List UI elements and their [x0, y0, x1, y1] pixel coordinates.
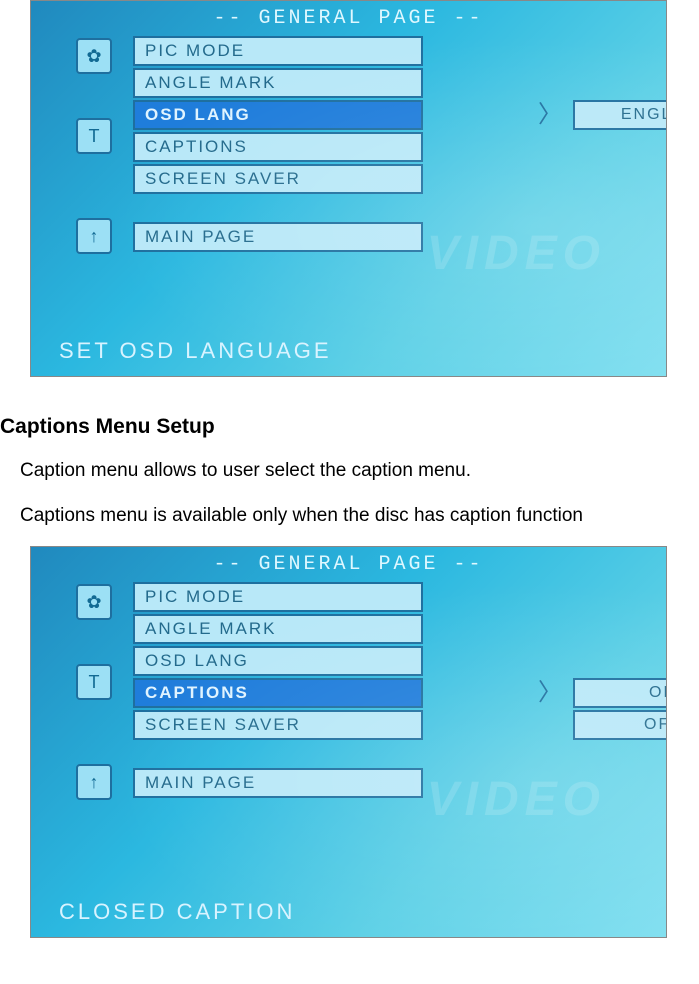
section-text-1: Caption menu allows to user select the c… — [20, 457, 699, 486]
menu-item-main-page[interactable]: MAIN PAGE — [133, 222, 423, 252]
section-title: Captions Menu Setup — [0, 415, 699, 439]
osd-status-line-2: CLOSED CAPTION — [59, 899, 295, 925]
menu-item-osd-lang[interactable]: OSD LANG — [133, 100, 423, 130]
osd-menu-area-2: ✿ T ↑ PIC MODE ANGLE MARK OSD LANG CAPTI… — [31, 582, 666, 798]
osd-header: -- GENERAL PAGE -- — [31, 1, 666, 36]
document-page: -- GENERAL PAGE -- ✿ T ↑ PIC MODE ANGLE … — [0, 0, 699, 938]
menu-item-captions-2[interactable]: CAPTIONS — [133, 678, 423, 708]
osd-menu-list-2: PIC MODE ANGLE MARK OSD LANG CAPTIONS 〉 … — [133, 582, 423, 798]
osd-header-2: -- GENERAL PAGE -- — [31, 547, 666, 582]
text-icon: T — [76, 118, 112, 154]
video-watermark-2: VIDEO — [427, 772, 606, 827]
value-off[interactable]: OFF — [573, 710, 667, 740]
menu-item-angle-mark-2[interactable]: ANGLE MARK — [133, 614, 423, 644]
menu-item-captions[interactable]: CAPTIONS — [133, 132, 423, 162]
side-icon-column: ✿ T ↑ — [76, 36, 112, 298]
section-text-2: Captions menu is available only when the… — [20, 502, 699, 531]
up-arrow-icon: ↑ — [76, 218, 112, 254]
osd-menu-list: PIC MODE ANGLE MARK OSD LANG 〉 ENGLISH C… — [133, 36, 423, 252]
menu-item-osd-lang-2[interactable]: OSD LANG — [133, 646, 423, 676]
menu-item-screen-saver-2[interactable]: SCREEN SAVER — [133, 710, 423, 740]
value-on[interactable]: ON — [573, 678, 667, 708]
osd-menu-area: ✿ T ↑ PIC MODE ANGLE MARK OSD LANG 〉 ENG… — [31, 36, 666, 252]
osd-screenshot-1: -- GENERAL PAGE -- ✿ T ↑ PIC MODE ANGLE … — [30, 0, 667, 377]
video-watermark: VIDEO — [427, 226, 606, 281]
gift-icon: ✿ — [76, 584, 112, 620]
side-icon-column-2: ✿ T ↑ — [76, 582, 112, 844]
osd-screenshot-2: -- GENERAL PAGE -- ✿ T ↑ PIC MODE ANGLE … — [30, 546, 667, 938]
menu-item-pic-mode[interactable]: PIC MODE — [133, 36, 423, 66]
gift-icon: ✿ — [76, 38, 112, 74]
menu-item-screen-saver[interactable]: SCREEN SAVER — [133, 164, 423, 194]
chevron-right-icon: 〉 — [538, 678, 562, 708]
menu-item-main-page-2[interactable]: MAIN PAGE — [133, 768, 423, 798]
up-arrow-icon: ↑ — [76, 764, 112, 800]
chevron-right-icon: 〉 — [538, 100, 562, 130]
menu-item-pic-mode-2[interactable]: PIC MODE — [133, 582, 423, 612]
menu-item-angle-mark[interactable]: ANGLE MARK — [133, 68, 423, 98]
text-icon: T — [76, 664, 112, 700]
value-english[interactable]: ENGLISH — [573, 100, 667, 130]
osd-status-line: SET OSD LANGUAGE — [59, 338, 332, 364]
